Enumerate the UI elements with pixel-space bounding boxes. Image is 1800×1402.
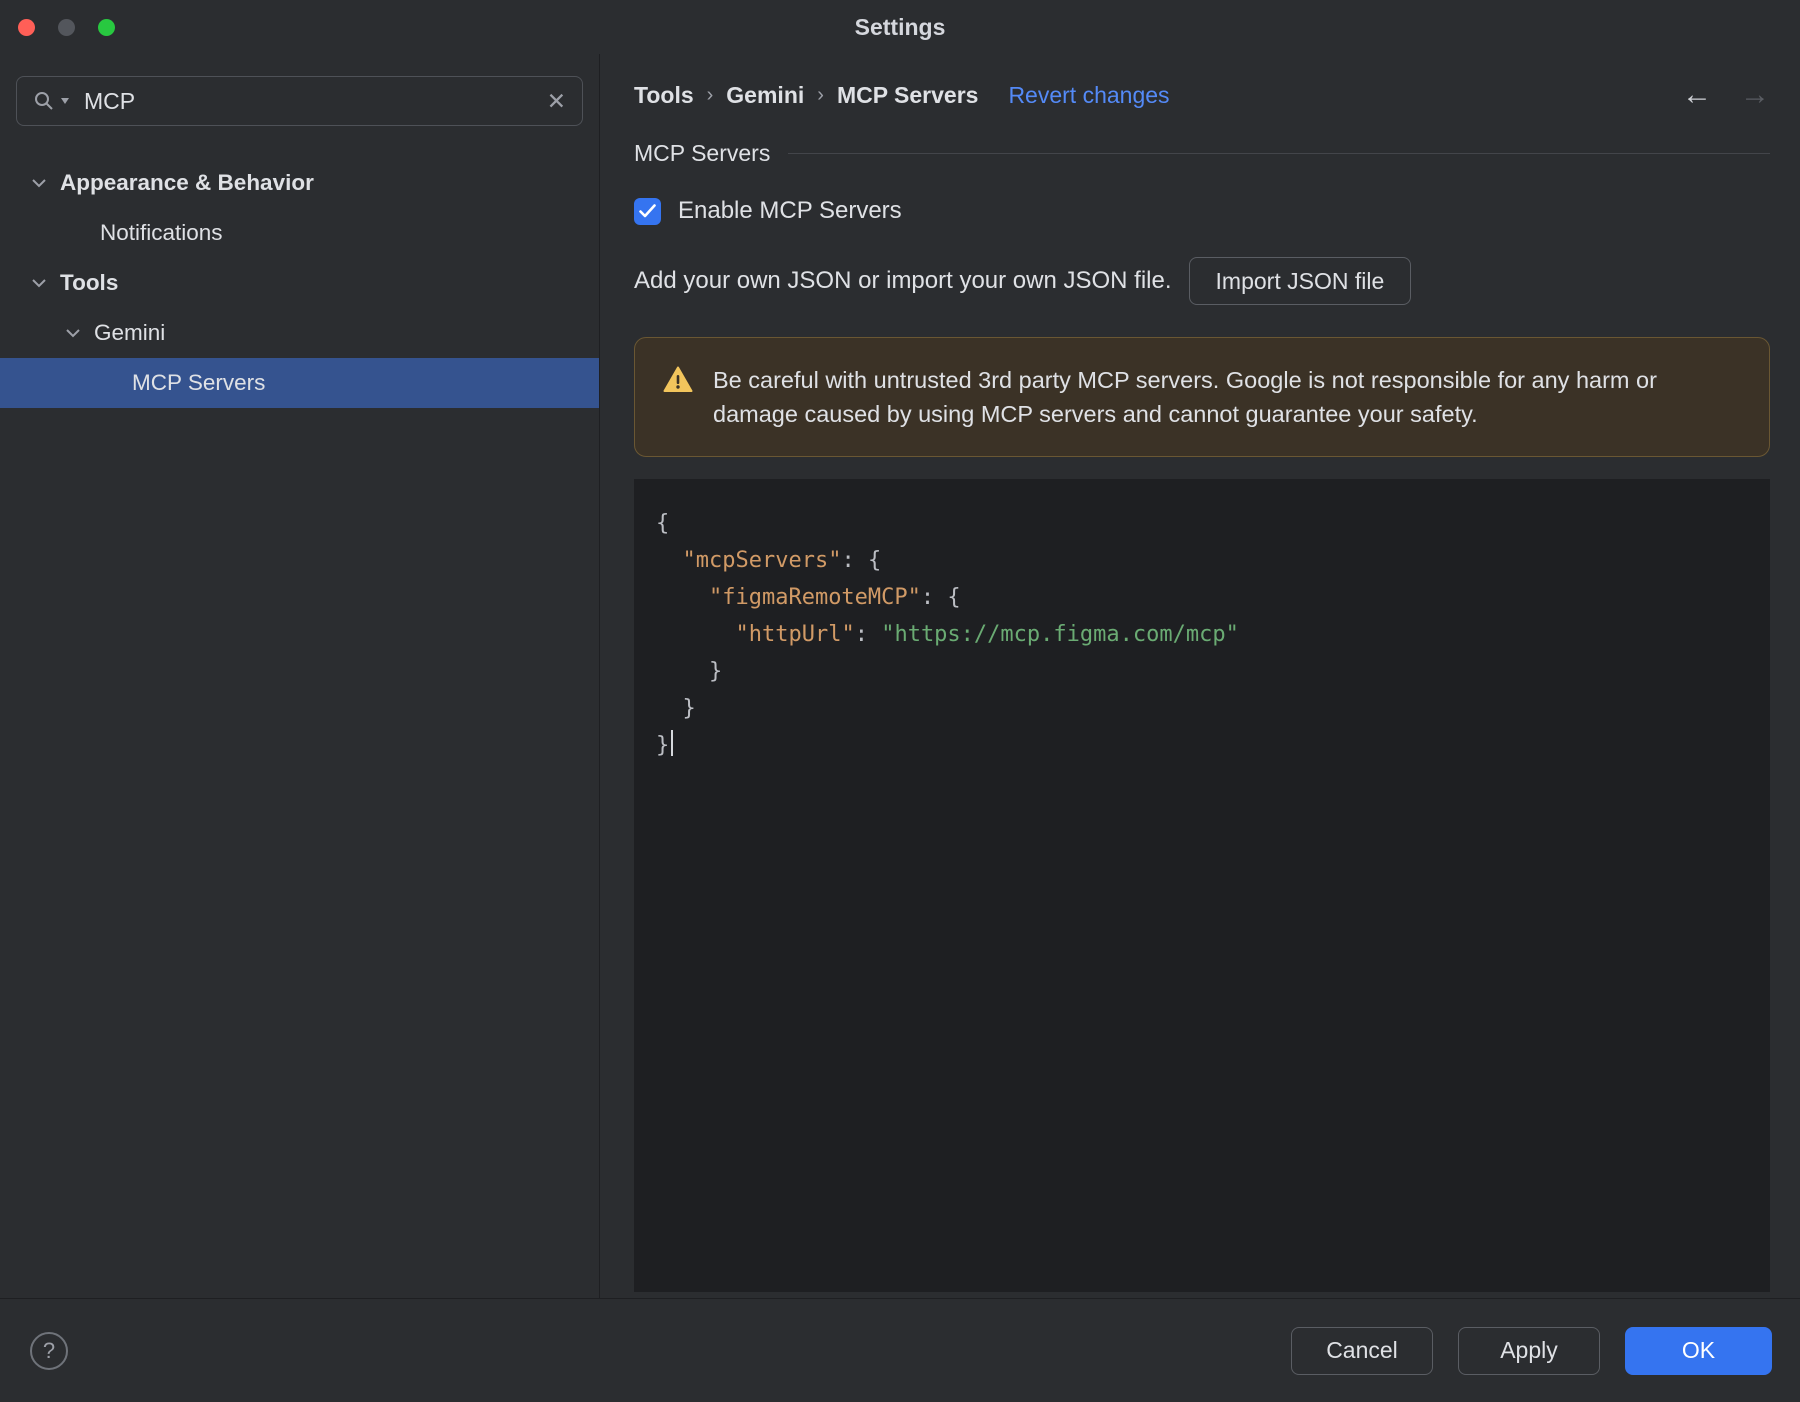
json-editor-code: { "mcpServers": { "figmaRemoteMCP": { "h… xyxy=(656,511,1239,759)
clear-search-icon[interactable]: ✕ xyxy=(547,89,566,113)
sidebar-item-label: Notifications xyxy=(100,220,223,245)
sidebar-item-appearance-behavior[interactable]: Appearance & Behavior xyxy=(0,158,599,208)
window-title: Settings xyxy=(854,13,946,40)
breadcrumb: Tools › Gemini › MCP Servers Revert chan… xyxy=(634,80,1770,110)
dialog-footer: ? Cancel Apply OK xyxy=(0,1298,1800,1402)
check-icon xyxy=(639,204,656,218)
titlebar: Settings xyxy=(0,0,1800,54)
sidebar-item-mcp-servers[interactable]: MCP Servers xyxy=(0,358,599,408)
settings-search-input[interactable] xyxy=(84,87,547,115)
warning-banner: Be careful with untrusted 3rd party MCP … xyxy=(634,337,1770,458)
back-arrow-icon[interactable]: ← xyxy=(1682,80,1712,110)
import-json-row: Add your own JSON or import your own JSO… xyxy=(634,257,1770,305)
traffic-lights xyxy=(18,18,115,36)
sidebar-item-notifications[interactable]: Notifications xyxy=(0,208,599,258)
minimize-window-button[interactable] xyxy=(58,18,75,36)
search-box[interactable]: ✕ xyxy=(16,76,583,126)
section-title: MCP Servers xyxy=(634,140,771,166)
close-window-button[interactable] xyxy=(18,18,35,36)
sidebar-item-label: Appearance & Behavior xyxy=(60,170,314,195)
enable-mcp-label: Enable MCP Servers xyxy=(678,197,902,224)
breadcrumb-separator: › xyxy=(706,83,714,106)
ok-button[interactable]: OK xyxy=(1625,1326,1772,1375)
settings-window: Settings ✕ xyxy=(0,0,1800,1402)
breadcrumb-separator: › xyxy=(817,83,824,106)
sidebar-item-gemini[interactable]: Gemini xyxy=(0,308,599,358)
cancel-button[interactable]: Cancel xyxy=(1291,1326,1433,1375)
settings-tree: Appearance & Behavior Notifications Tool… xyxy=(0,158,599,408)
breadcrumb-mcp-servers[interactable]: MCP Servers xyxy=(837,82,979,109)
chevron-down-icon[interactable] xyxy=(28,272,50,294)
main-area: ✕ Appearance & Behavior Notifications To xyxy=(0,54,1800,1298)
sidebar-item-label: Tools xyxy=(60,270,119,295)
mcp-servers-section-header: MCP Servers xyxy=(634,140,1770,167)
json-editor[interactable]: { "mcpServers": { "figmaRemoteMCP": { "h… xyxy=(634,479,1770,1293)
help-button[interactable]: ? xyxy=(30,1331,68,1370)
settings-content: Tools › Gemini › MCP Servers Revert chan… xyxy=(600,54,1800,1298)
zoom-window-button[interactable] xyxy=(98,18,115,36)
sidebar-item-label: Gemini xyxy=(94,320,166,345)
enable-mcp-row: Enable MCP Servers xyxy=(634,197,1770,225)
chevron-down-icon[interactable] xyxy=(28,172,50,194)
search-icon[interactable] xyxy=(33,90,70,112)
chevron-down-icon[interactable] xyxy=(62,322,84,344)
search-options-caret-icon xyxy=(61,98,69,104)
breadcrumb-tools[interactable]: Tools xyxy=(634,82,694,109)
breadcrumb-gemini[interactable]: Gemini xyxy=(726,82,804,109)
import-json-text: Add your own JSON or import your own JSO… xyxy=(634,267,1172,294)
enable-mcp-checkbox[interactable] xyxy=(634,197,661,225)
import-json-file-button[interactable]: Import JSON file xyxy=(1188,257,1412,305)
forward-arrow-icon[interactable]: → xyxy=(1740,80,1770,110)
revert-changes-link[interactable]: Revert changes xyxy=(1008,82,1169,109)
warning-triangle-icon xyxy=(663,366,693,398)
warning-text: Be careful with untrusted 3rd party MCP … xyxy=(713,367,1657,428)
apply-button[interactable]: Apply xyxy=(1458,1326,1600,1375)
section-divider xyxy=(788,153,1770,154)
settings-sidebar: ✕ Appearance & Behavior Notifications To xyxy=(0,54,600,1298)
help-icon: ? xyxy=(42,1337,56,1363)
sidebar-item-tools[interactable]: Tools xyxy=(0,258,599,308)
sidebar-item-label: MCP Servers xyxy=(132,370,266,395)
